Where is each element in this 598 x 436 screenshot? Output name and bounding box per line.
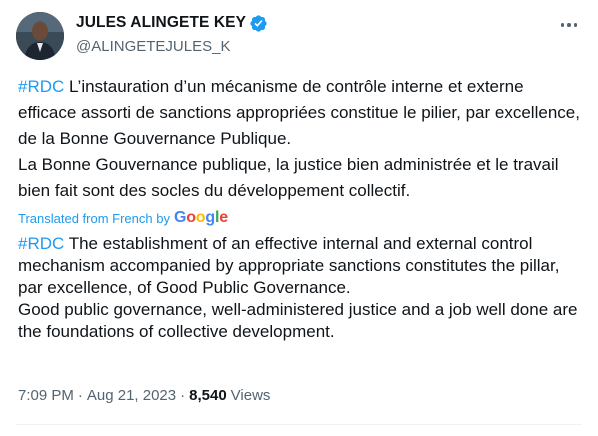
- more-options-button[interactable]: [558, 16, 580, 34]
- original-paragraph-1-text: L’instauration d’un mécanisme de contrôl…: [18, 77, 580, 148]
- verified-badge-icon[interactable]: [249, 14, 268, 33]
- tweet-card: JULES ALINGETE KEY @ALINGETEJULES_K #RDC…: [0, 0, 598, 436]
- meta-separator: ·: [77, 387, 83, 404]
- translated-paragraph-1-text: The establishment of an effective intern…: [18, 234, 560, 297]
- display-name[interactable]: JULES ALINGETE KEY: [76, 14, 246, 32]
- avatar-photo: [16, 12, 64, 60]
- translation-attribution: Translated from French by Google: [18, 208, 228, 228]
- handle[interactable]: @ALINGETEJULES_K: [76, 38, 268, 55]
- tweet-time[interactable]: 7:09 PM: [18, 387, 74, 404]
- translated-paragraph-2: Good public governance, well-administere…: [18, 300, 578, 341]
- original-paragraph-1: #RDC L’instauration d’un mécanisme de co…: [18, 74, 584, 152]
- hashtag-link[interactable]: #RDC: [18, 77, 64, 96]
- views-count: 8,540: [189, 387, 227, 404]
- display-name-row: JULES ALINGETE KEY: [76, 13, 268, 33]
- author-names: JULES ALINGETE KEY @ALINGETEJULES_K: [76, 13, 268, 55]
- divider: [16, 424, 582, 425]
- tweet-original-text: #RDC L’instauration d’un mécanisme de co…: [18, 74, 584, 204]
- avatar[interactable]: [16, 12, 64, 60]
- hashtag-link[interactable]: #RDC: [18, 234, 64, 253]
- translated-paragraph-1: #RDC The establishment of an effective i…: [18, 233, 584, 299]
- meta-separator: ·: [180, 387, 186, 404]
- more-horizontal-icon: [560, 23, 565, 27]
- more-horizontal-icon: [567, 23, 571, 27]
- translated-from-label[interactable]: Translated from French by: [18, 211, 170, 226]
- tweet-metadata: 7:09 PM · Aug 21, 2023 · 8,540 Views: [18, 387, 270, 404]
- tweet-header: JULES ALINGETE KEY @ALINGETEJULES_K: [16, 12, 582, 60]
- tweet-date[interactable]: Aug 21, 2023: [87, 387, 176, 404]
- original-paragraph-2: La Bonne Gouvernance publique, la justic…: [18, 155, 559, 200]
- tweet-translated-text: #RDC The establishment of an effective i…: [18, 233, 584, 343]
- google-logo-icon: Google: [173, 209, 228, 226]
- views-label: Views: [230, 387, 271, 404]
- more-horizontal-icon: [573, 23, 578, 27]
